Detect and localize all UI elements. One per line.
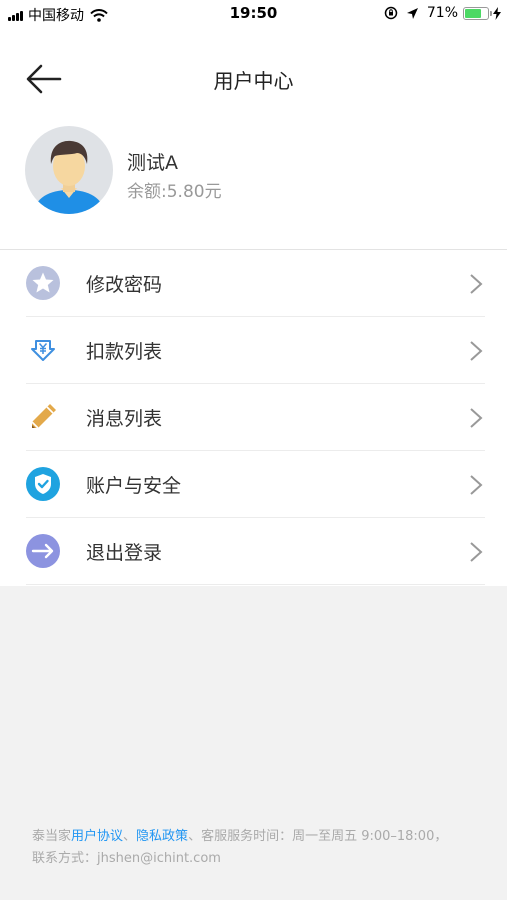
avatar[interactable] [25, 126, 113, 214]
footer-separator: 、 [123, 829, 137, 844]
menu-item-deduction-list[interactable]: 扣款列表 [0, 317, 507, 384]
row-divider [26, 584, 485, 585]
menu-label: 消息列表 [86, 408, 163, 430]
contact-info: 联系方式：jhshen@ichint.com [32, 851, 221, 866]
menu-item-change-password[interactable]: 修改密码 [0, 250, 507, 317]
charging-icon [493, 6, 501, 20]
user-name: 测试A [127, 152, 178, 174]
menu-item-logout[interactable]: 退出登录 [0, 518, 507, 585]
yen-icon [31, 340, 55, 361]
menu-label: 修改密码 [86, 274, 163, 296]
chevron-right-icon [470, 542, 483, 562]
chevron-right-icon [470, 341, 483, 361]
menu-label: 退出登录 [86, 542, 163, 564]
menu-item-account-security[interactable]: 账户与安全 [0, 451, 507, 518]
menu-label: 扣款列表 [86, 341, 163, 363]
menu-label: 账户与安全 [86, 475, 182, 497]
pencil-icon [31, 404, 56, 429]
user-agreement-link[interactable]: 用户协议 [71, 829, 123, 844]
battery-percent: 71% [426, 5, 458, 21]
menu-item-message-list[interactable]: 消息列表 [0, 384, 507, 451]
menu-list: 修改密码 扣款列表 消息列表 账户与安全 退出登录 [0, 250, 507, 585]
battery-fill [465, 8, 481, 18]
footer-text: 泰当家用户协议、隐私政策、客服服务时间：周一至周五 9:00–18:00， 联系… [32, 826, 482, 870]
footer-brand: 泰当家 [32, 829, 72, 844]
page-title: 用户中心 [213, 69, 294, 93]
chevron-right-icon [470, 475, 483, 495]
star-icon [26, 266, 60, 300]
logout-arrow-icon [26, 534, 60, 568]
nav-bar: 用户中心 [0, 50, 507, 106]
shield-check-icon [26, 467, 60, 501]
chevron-right-icon [470, 408, 483, 428]
location-icon [406, 7, 418, 19]
status-bar: 中国移动 19:50 71% [0, 0, 507, 28]
privacy-policy-link[interactable]: 隐私政策 [136, 829, 188, 844]
rotation-lock-icon [384, 6, 398, 20]
chevron-right-icon [470, 274, 483, 294]
battery-icon [463, 6, 492, 20]
service-hours: 、客服服务时间：周一至周五 9:00–18:00， [188, 829, 448, 844]
avatar-image [25, 126, 113, 214]
user-profile: 测试A 余额:5.80元 [0, 124, 507, 224]
user-balance: 余额:5.80元 [127, 182, 222, 202]
main-panel: 中国移动 19:50 71% 用户中心 测试A 余额:5.80元 修改密码 扣款… [0, 0, 507, 586]
